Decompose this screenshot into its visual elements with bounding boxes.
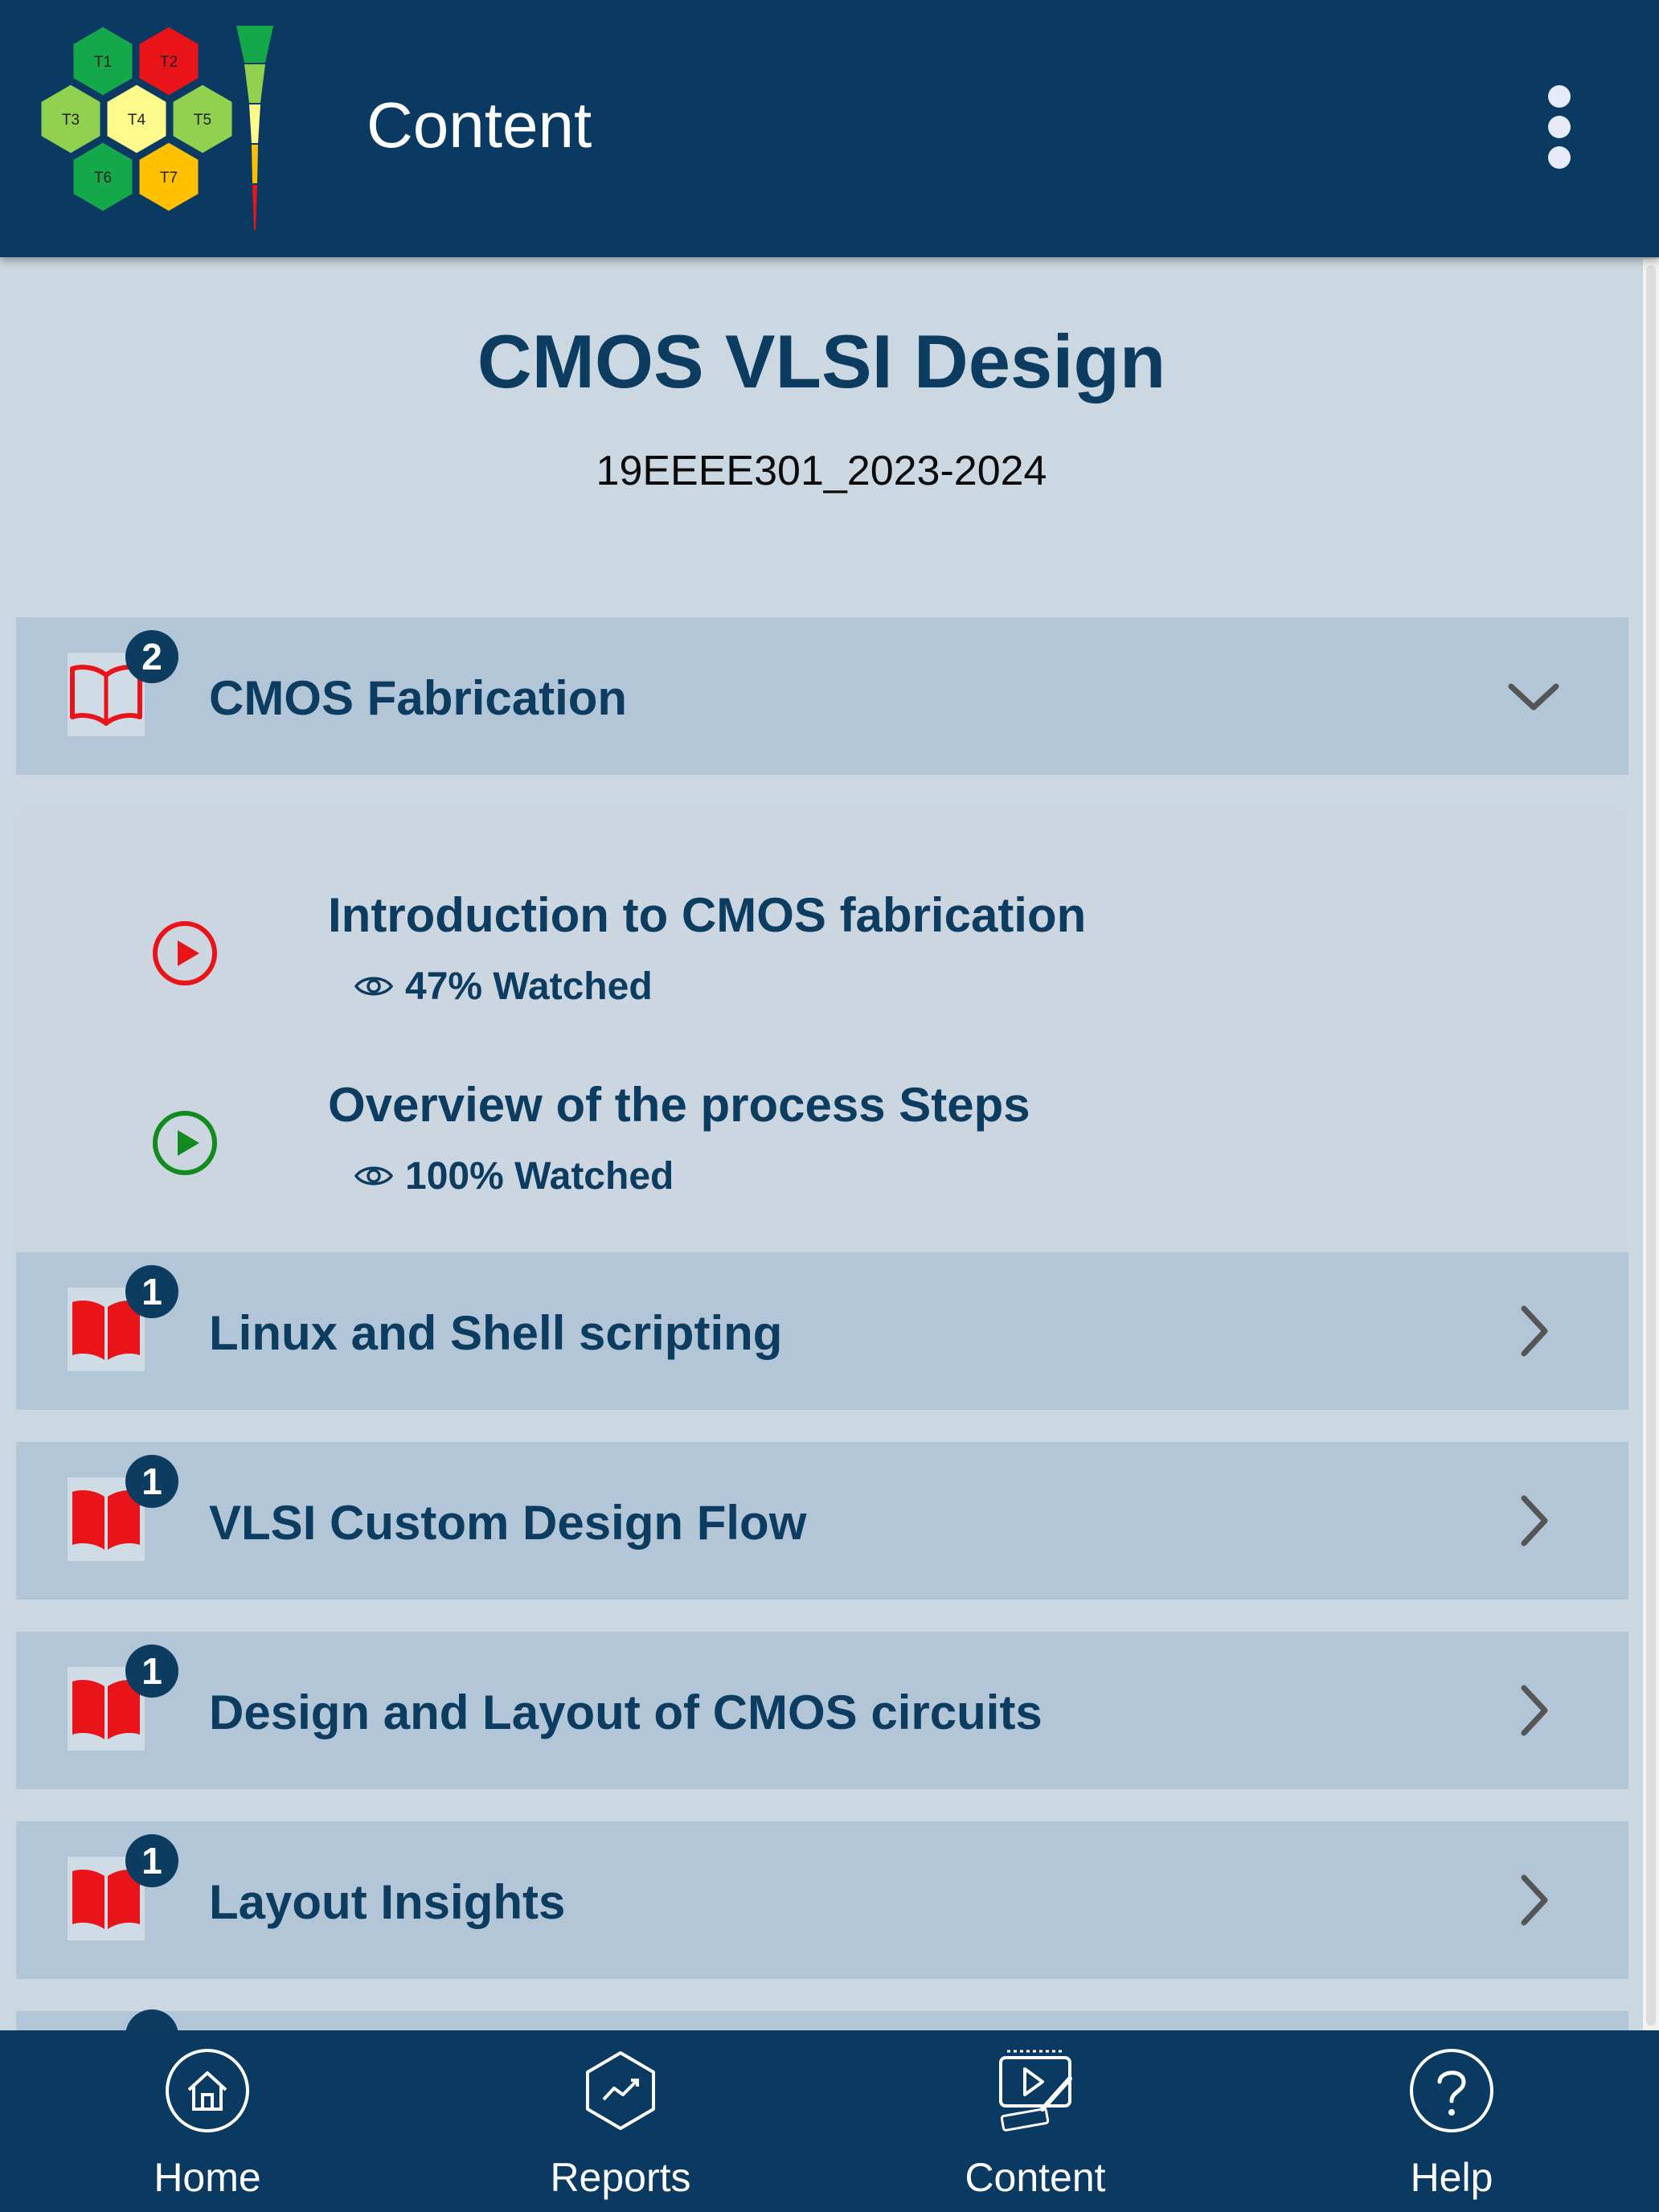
play-circle-icon[interactable] (151, 1109, 219, 1181)
chevron-right-icon[interactable] (1505, 1302, 1563, 1364)
section-layout-insights[interactable]: 1 Layout Insights (16, 1821, 1628, 1979)
section-video-list: Introduction to CMOS fabrication 47% Wat… (16, 807, 1628, 1254)
section-count-badge: 1 (125, 1455, 178, 1508)
logo-tile-label: T6 (94, 170, 112, 186)
video-item-intro-cmos-fabrication[interactable]: Introduction to CMOS fabrication 47% Wat… (16, 887, 1628, 1056)
bottom-navigation: Home Reports Content Help (0, 2030, 1659, 2212)
video-title: Overview of the process Steps (328, 1078, 1030, 1132)
eye-icon (354, 977, 394, 996)
section-partial[interactable] (16, 2009, 1628, 2030)
section-vlsi-custom-design-flow[interactable]: 1 VLSI Custom Design Flow (16, 1442, 1628, 1600)
nav-help[interactable]: Help (1291, 2030, 1612, 2212)
logo-tile-label: T4 (128, 112, 146, 129)
help-icon (1407, 2046, 1496, 2139)
section-label: Design and Layout of CMOS circuits (209, 1686, 1043, 1739)
scrollbar-thumb[interactable] (1646, 265, 1656, 2026)
chevron-right-icon[interactable] (1505, 1871, 1563, 1933)
logo-tile-label: T2 (160, 54, 178, 71)
course-title: CMOS VLSI Design (477, 319, 1166, 403)
section-label: Layout Insights (209, 1875, 566, 1929)
nav-label: Home (154, 2155, 261, 2200)
section-design-layout-cmos-circuits[interactable]: 1 Design and Layout of CMOS circuits (16, 1632, 1628, 1789)
watch-progress-text: 100% Watched (405, 1155, 674, 1198)
course-code: 19EEEE301_2023-2024 (596, 448, 1047, 494)
section-count-badge: 1 (125, 1645, 178, 1698)
page-title: Content (367, 89, 592, 161)
section-count-badge: 1 (125, 1834, 178, 1887)
section-count-badge: 2 (125, 630, 178, 683)
video-item-overview-process-steps[interactable]: Overview of the process Steps 100% Watch… (16, 1077, 1628, 1246)
reports-icon (576, 2046, 665, 2139)
section-label: VLSI Custom Design Flow (209, 1496, 807, 1550)
eye-icon (354, 1166, 394, 1186)
nav-home[interactable]: Home (47, 2030, 368, 2212)
content-icon (991, 2046, 1079, 2139)
nav-content[interactable]: Content (875, 2030, 1196, 2212)
content-scroll-area[interactable]: CMOS VLSI Design 19EEEE301_2023-2024 2 C… (0, 257, 1659, 2030)
chevron-down-icon[interactable] (1505, 667, 1563, 729)
video-title: Introduction to CMOS fabrication (328, 888, 1087, 942)
nav-reports[interactable]: Reports (460, 2030, 781, 2212)
logo-tile-label: T1 (94, 54, 112, 71)
play-circle-icon[interactable] (151, 920, 219, 991)
section-count-badge: 1 (125, 1265, 178, 1318)
section-linux-shell-scripting[interactable]: 1 Linux and Shell scripting (16, 1252, 1628, 1410)
logo-tile-label: T7 (160, 170, 178, 186)
nav-label: Reports (550, 2155, 691, 2200)
section-label: CMOS Fabrication (209, 671, 628, 725)
section-label: Linux and Shell scripting (209, 1306, 783, 1360)
scrollbar[interactable] (1643, 259, 1659, 2032)
logo-tile-label: T5 (194, 112, 211, 129)
nav-label: Help (1410, 2155, 1493, 2200)
section-cmos-fabrication[interactable]: 2 CMOS Fabrication (16, 617, 1628, 775)
app-logo: T1 T2 T3 T4 T5 T6 T7 (35, 23, 285, 240)
nav-label: Content (965, 2155, 1106, 2200)
chevron-right-icon[interactable] (1505, 1492, 1563, 1554)
section-count-badge (125, 2009, 178, 2030)
logo-tile-label: T3 (62, 112, 80, 129)
app-header: T1 T2 T3 T4 T5 T6 T7 Content (0, 0, 1659, 257)
watch-progress-text: 47% Watched (405, 965, 653, 1008)
more-options-icon[interactable] (1537, 85, 1582, 169)
chevron-right-icon[interactable] (1505, 1682, 1563, 1743)
home-icon (163, 2046, 252, 2139)
